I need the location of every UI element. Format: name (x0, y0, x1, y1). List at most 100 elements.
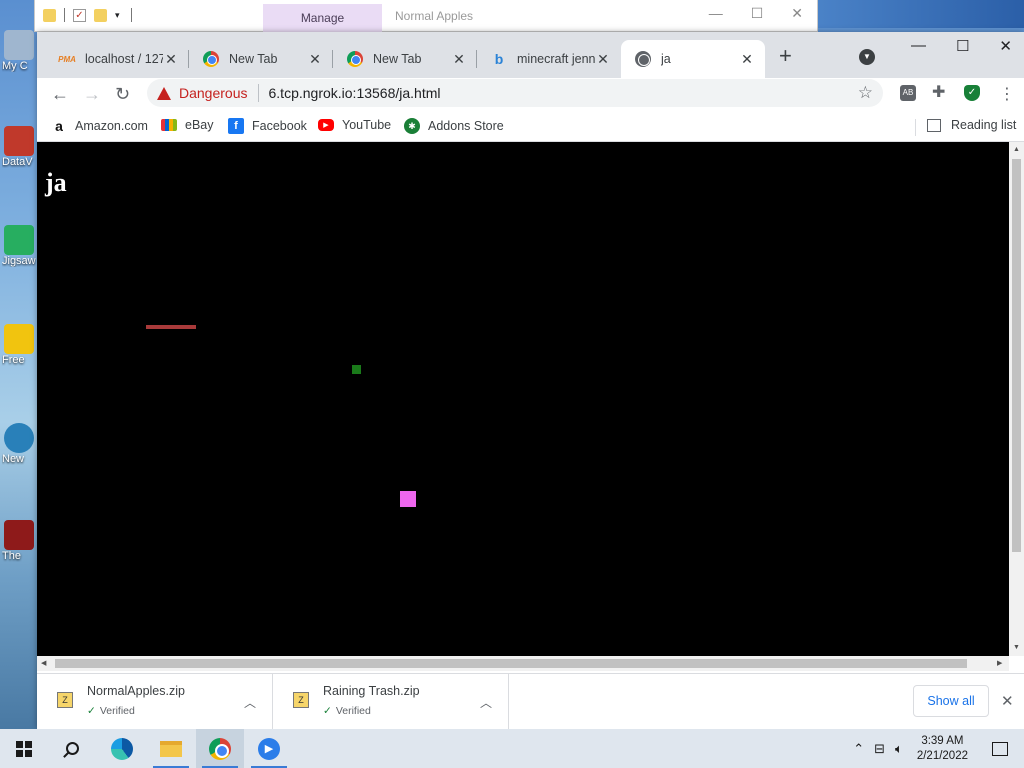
horizontal-scrollbar[interactable]: ◀ ▶ (37, 656, 1009, 671)
address-divider (257, 84, 259, 102)
folder-icon[interactable] (43, 8, 56, 22)
chevron-up-icon[interactable]: ︿ (244, 694, 256, 711)
tab-ja[interactable]: ja ✕ (621, 40, 765, 78)
download-filename: NormalApples.zip (87, 684, 185, 698)
vertical-scroll-thumb[interactable] (1012, 159, 1021, 552)
desktop-icon-new[interactable]: New (0, 423, 36, 465)
horizontal-scroll-thumb[interactable] (55, 659, 967, 668)
desktop-icon-the[interactable]: The (0, 520, 36, 562)
chrome-icon (209, 737, 231, 760)
taskbar-chrome[interactable] (196, 729, 244, 768)
network-icon[interactable]: ⊟ (874, 741, 885, 757)
desktop-icon-label: Jigsaw (2, 255, 36, 267)
scroll-left-arrow[interactable]: ◀ (41, 659, 46, 667)
clock[interactable]: 3:39 AM 2/21/2022 (917, 734, 968, 764)
addons-store-icon: ✱ (404, 118, 420, 134)
reading-list-label: Reading list (951, 118, 1017, 132)
close-window-button[interactable]: ✕ (999, 37, 1012, 55)
customize-toolbar-icon[interactable]: ▾ (115, 9, 123, 22)
download-item-raining-trash[interactable]: Z Raining Trash.zip ✓ Verified ︿ (273, 674, 509, 730)
page-viewport[interactable]: ja (37, 142, 1009, 656)
tab-localhost[interactable]: PMA localhost / 127 ✕ (45, 40, 189, 78)
ebay-icon (161, 119, 177, 131)
close-tab-icon[interactable]: ✕ (451, 51, 467, 68)
bookmark-label: YouTube (342, 118, 392, 132)
tab-new-tab-2[interactable]: New Tab ✕ (333, 40, 477, 78)
desktop-icon-my-computer[interactable]: My C (0, 30, 36, 72)
close-tab-icon[interactable]: ✕ (595, 51, 611, 68)
shield-extension-icon[interactable]: ✓ (964, 85, 980, 101)
chevron-up-icon[interactable]: ︿ (480, 694, 492, 711)
chrome-icon (203, 51, 219, 67)
volume-icon[interactable]: 🔈︎ (895, 741, 903, 757)
media-app-icon: ▶ (258, 737, 280, 760)
taskbar-app[interactable]: ▶ (245, 729, 293, 768)
back-button[interactable]: ← (51, 84, 69, 104)
reading-list-button[interactable]: Reading list (927, 118, 1016, 132)
explorer-window-controls: — ☐ ✕ (709, 5, 803, 22)
bookmark-star-icon[interactable]: ☆ (858, 83, 873, 103)
tab-title: New Tab (373, 52, 422, 66)
minimize-button[interactable]: — (911, 37, 926, 55)
manage-ribbon-tab[interactable]: Manage (263, 4, 382, 32)
bookmark-facebook[interactable]: f Facebook (228, 118, 307, 134)
security-status-label[interactable]: Dangerous (179, 85, 248, 101)
close-tab-icon[interactable]: ✕ (163, 51, 179, 68)
download-filename: Raining Trash.zip (323, 684, 420, 698)
paddle (146, 325, 196, 329)
bookmark-amazon[interactable]: a Amazon.com (51, 118, 148, 134)
quick-access-toolbar: ✓ ▾ (43, 8, 132, 22)
minimize-button[interactable]: — (709, 5, 723, 22)
puzzle-extensions-icon[interactable]: ✚ (932, 85, 948, 101)
tab-search-icon[interactable]: ▼ (859, 49, 875, 65)
search-button[interactable] (48, 729, 96, 768)
free-app-icon (4, 324, 34, 354)
taskbar-file-explorer[interactable] (147, 729, 195, 768)
tab-minecraft[interactable]: b minecraft jenn ✕ (477, 40, 621, 78)
adblock-extension-icon[interactable]: AB (900, 85, 916, 101)
globe-icon (635, 51, 651, 67)
bookmarks-bar: a Amazon.com eBay f Facebook ▶ YouTube ✱… (37, 112, 1024, 142)
file-explorer-window[interactable]: ✓ ▾ Manage Normal Apples — ☐ ✕ (34, 0, 818, 32)
desktop-icon-jigsaw[interactable]: Jigsaw (0, 225, 36, 267)
desktop-icon-datav[interactable]: DataV (0, 126, 36, 168)
scroll-down-arrow[interactable]: ▼ (1013, 644, 1020, 651)
forward-button[interactable]: → (83, 84, 101, 104)
scroll-up-arrow[interactable]: ▲ (1013, 146, 1020, 153)
chevron-up-icon[interactable]: ⌃ (853, 741, 864, 757)
browser-toolbar: ← → ↻ Dangerous 6.tcp.ngrok.io:13568/ja.… (37, 78, 1024, 112)
windows-taskbar: ▶ ⌃ ⊟ 🔈︎ 3:39 AM 2/21/2022 (0, 729, 1024, 768)
maximize-button[interactable]: ☐ (751, 5, 764, 22)
new-tab-button[interactable]: + (779, 45, 792, 67)
start-button[interactable] (0, 729, 48, 768)
new-folder-icon[interactable] (94, 8, 107, 22)
url-text[interactable]: 6.tcp.ngrok.io:13568/ja.html (269, 85, 441, 101)
desktop-icon-free[interactable]: Free (0, 324, 36, 366)
maximize-button[interactable]: ☐ (956, 37, 969, 55)
close-shelf-button[interactable]: ✕ (1001, 692, 1014, 710)
bookmark-ebay[interactable]: eBay (161, 118, 214, 132)
vertical-scrollbar[interactable]: ▲ ▼ (1009, 142, 1024, 656)
properties-icon[interactable]: ✓ (73, 8, 86, 22)
bookmark-youtube[interactable]: ▶ YouTube (318, 118, 391, 132)
explorer-window-title: Normal Apples (395, 9, 474, 23)
scroll-right-arrow[interactable]: ▶ (997, 659, 1002, 667)
notification-center-icon[interactable] (992, 741, 1008, 756)
reload-button[interactable]: ↻ (115, 84, 130, 104)
bookmark-addons-store[interactable]: ✱ Addons Store (404, 118, 504, 134)
taskbar-edge[interactable] (98, 729, 146, 768)
close-button[interactable]: ✕ (791, 5, 803, 22)
close-tab-icon[interactable]: ✕ (307, 51, 323, 68)
download-item-normalapples[interactable]: Z NormalApples.zip ✓ Verified ︿ (37, 674, 273, 730)
tab-new-tab-1[interactable]: New Tab ✕ (189, 40, 333, 78)
warning-icon[interactable] (157, 86, 171, 100)
address-bar[interactable]: Dangerous 6.tcp.ngrok.io:13568/ja.html ☆ (147, 79, 883, 107)
desktop-icon-label: New (2, 453, 25, 465)
close-tab-icon[interactable]: ✕ (739, 51, 755, 68)
bookmark-label: eBay (185, 118, 214, 132)
show-all-downloads-button[interactable]: Show all (913, 685, 989, 717)
chrome-menu-icon[interactable]: ⋮ (999, 84, 1015, 104)
phpmyadmin-icon: PMA (58, 54, 76, 64)
download-status-text: Verified (99, 705, 135, 717)
check-icon: ✓ (323, 705, 332, 717)
